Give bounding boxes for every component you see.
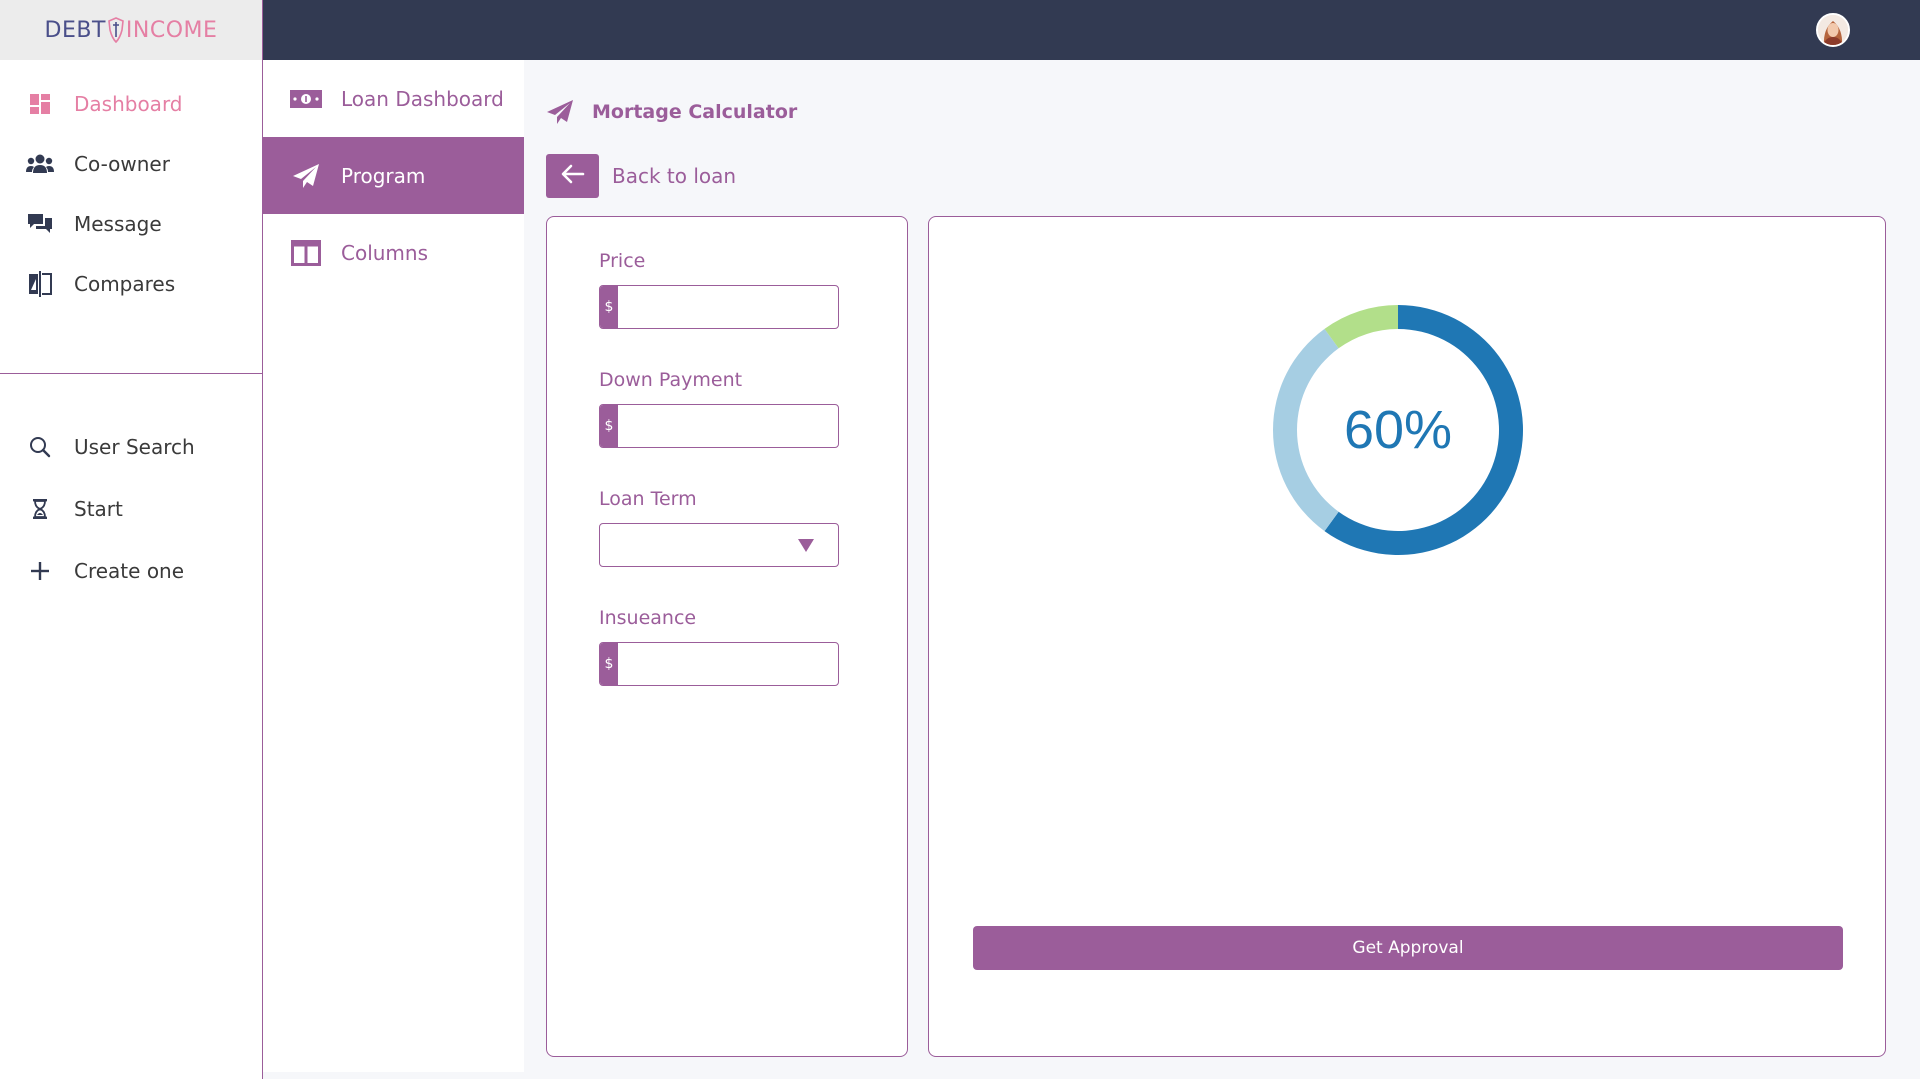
main-nav: Dashboard Co-owner Message Compares: [0, 60, 262, 314]
columns-icon: [289, 238, 323, 268]
subnav-item-label: Columns: [341, 240, 429, 265]
dashboard-icon: [26, 90, 54, 118]
secondary-nav: User Search Start Create one: [0, 416, 262, 602]
sidebar-item-start[interactable]: Start: [0, 478, 262, 540]
hourglass-icon: [26, 495, 54, 523]
sidebar: DEBT INCOME Dashboard Co-owner Message C…: [0, 0, 263, 1079]
donut-center-label: 60%: [1343, 400, 1453, 460]
back-to-loan-link[interactable]: Back to loan: [546, 154, 736, 198]
loan-term-field: Loan Term: [599, 488, 839, 567]
sidebar-item-user-search[interactable]: User Search: [0, 416, 262, 478]
sub-nav: Loan Dashboard Program Columns: [263, 60, 524, 1072]
sidebar-item-label: Co-owner: [74, 152, 170, 176]
arrow-left-icon: [561, 164, 585, 188]
back-label[interactable]: Back to loan: [612, 164, 736, 188]
insurance-label: Insueance: [599, 607, 697, 629]
down-payment-input-group: $: [599, 404, 839, 448]
chat-icon: [26, 210, 54, 238]
app-logo[interactable]: DEBT INCOME: [0, 0, 262, 60]
search-icon: [26, 433, 54, 461]
logo-text-income: INCOME: [125, 17, 218, 43]
dollar-prefix: $: [600, 286, 618, 328]
subnav-item-program[interactable]: Program: [263, 137, 524, 214]
users-icon: [26, 150, 54, 178]
subnav-item-label: Program: [341, 163, 426, 188]
subnav-item-loan-dashboard[interactable]: Loan Dashboard: [263, 60, 524, 137]
money-icon: [289, 84, 323, 114]
price-input-group: $: [599, 285, 839, 329]
compare-icon: [26, 270, 54, 298]
sidebar-item-label: User Search: [74, 435, 195, 459]
insurance-input[interactable]: [618, 643, 838, 685]
loan-term-label: Loan Term: [599, 488, 697, 510]
insurance-input-group: $: [599, 642, 839, 686]
sidebar-item-label: Create one: [74, 559, 185, 583]
sidebar-item-label: Start: [74, 497, 123, 521]
user-avatar[interactable]: [1816, 13, 1850, 47]
price-input[interactable]: [618, 286, 838, 328]
sidebar-item-message[interactable]: Message: [0, 194, 262, 254]
logo-text-debt: DEBT: [44, 17, 106, 43]
sidebar-item-label: Compares: [74, 272, 176, 296]
sidebar-item-compares[interactable]: Compares: [0, 254, 262, 314]
caret-down-icon: [798, 539, 814, 552]
result-card: 60% Get Approval: [928, 216, 1886, 1057]
dollar-prefix: $: [600, 405, 618, 447]
back-button[interactable]: [546, 154, 599, 198]
down-payment-input[interactable]: [618, 405, 838, 447]
price-field: Price $: [599, 250, 839, 329]
get-approval-button[interactable]: Get Approval: [973, 926, 1843, 970]
dollar-prefix: $: [600, 643, 618, 685]
price-label: Price: [599, 250, 646, 272]
sidebar-item-dashboard[interactable]: Dashboard: [0, 74, 262, 134]
down-payment-label: Down Payment: [599, 369, 743, 391]
insurance-field: Insueance $: [599, 607, 839, 686]
down-payment-field: Down Payment $: [599, 369, 839, 448]
sidebar-item-co-owner[interactable]: Co-owner: [0, 134, 262, 194]
page-title: Mortage Calculator: [592, 101, 798, 123]
loan-term-select[interactable]: [599, 523, 839, 567]
sidebar-divider: [0, 373, 262, 374]
top-bar: [263, 0, 1920, 60]
shield-logo-icon: [108, 17, 124, 43]
sidebar-item-label: Message: [74, 212, 162, 236]
sidebar-item-label: Dashboard: [74, 92, 183, 116]
paper-plane-icon: [546, 98, 574, 126]
page-header: Mortage Calculator: [546, 98, 797, 126]
plus-icon: [26, 557, 54, 585]
subnav-item-columns[interactable]: Columns: [263, 214, 524, 291]
sidebar-item-create-one[interactable]: Create one: [0, 540, 262, 602]
paper-plane-icon: [289, 161, 323, 191]
subnav-item-label: Loan Dashboard: [341, 86, 504, 111]
calculator-form-card: Price $ Down Payment $ Loan Term Insuean…: [546, 216, 908, 1057]
